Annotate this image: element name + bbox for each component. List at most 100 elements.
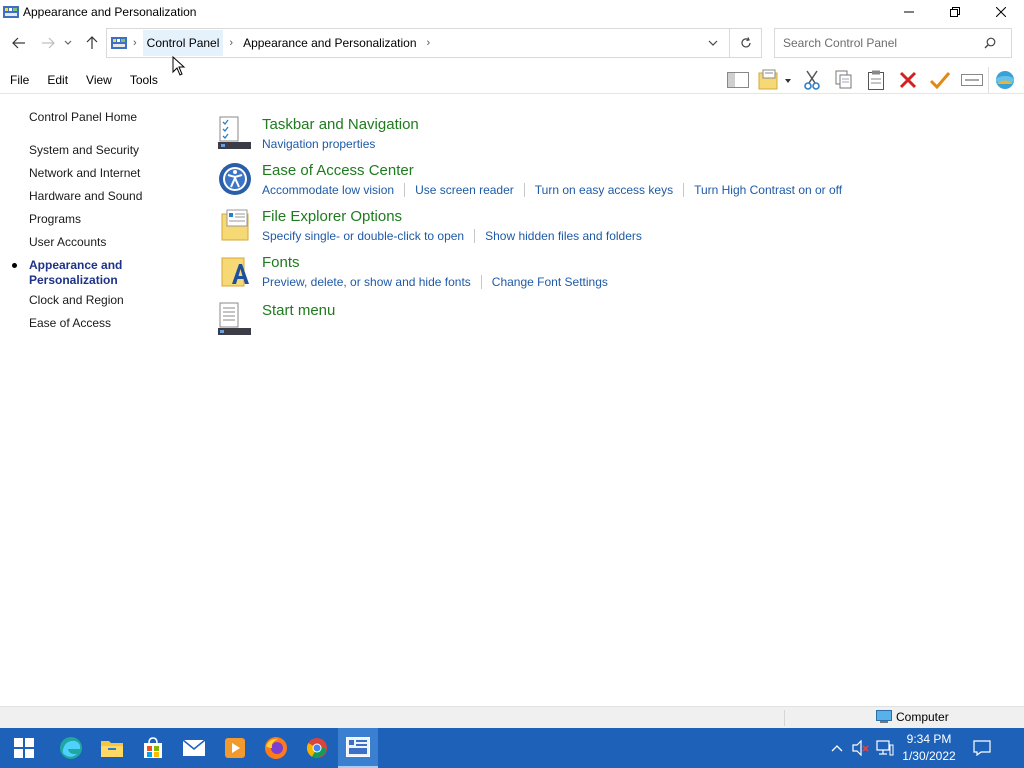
category-title[interactable]: Fonts <box>262 254 300 271</box>
globe-icon <box>995 71 1014 89</box>
layout-pane-icon <box>727 72 749 88</box>
active-item-bullet <box>12 263 17 268</box>
new-folder-button[interactable] <box>754 67 796 93</box>
back-arrow-icon <box>12 37 25 49</box>
close-icon <box>996 7 1006 17</box>
link-single-double-click[interactable]: Specify single- or double-click to open <box>262 229 464 243</box>
menu-file[interactable]: File <box>4 71 35 89</box>
control-panel-app-icon <box>3 6 19 18</box>
search-box[interactable] <box>774 28 1012 58</box>
notifications-button[interactable] <box>968 728 996 768</box>
breadcrumb-separator-icon[interactable]: › <box>133 37 137 49</box>
taskbar-file-explorer[interactable] <box>92 728 132 768</box>
refresh-icon <box>740 37 751 48</box>
menu-bar: File Edit View Tools <box>0 66 1024 94</box>
properties-check-button[interactable] <box>924 67 956 93</box>
nav-control-panel-home[interactable]: Control Panel Home <box>29 110 137 125</box>
minimize-icon <box>904 11 914 13</box>
link-high-contrast[interactable]: Turn High Contrast on or off <box>694 183 842 197</box>
breadcrumb-appearance[interactable]: Appearance and Personalization <box>239 30 420 56</box>
status-location: Computer <box>876 710 949 724</box>
category-title[interactable]: File Explorer Options <box>262 208 402 225</box>
nav-network-and-internet[interactable]: Network and Internet <box>29 166 140 181</box>
start-button[interactable] <box>4 728 44 768</box>
breadcrumb-separator-icon[interactable]: › <box>229 37 233 49</box>
notification-icon <box>973 740 991 756</box>
forward-button[interactable] <box>37 32 59 54</box>
category-title[interactable]: Start menu <box>262 302 335 319</box>
clock-date: 1/30/2022 <box>902 749 956 763</box>
media-player-icon <box>225 738 245 758</box>
clipboard-icon <box>868 70 884 90</box>
category-title[interactable]: Ease of Access Center <box>262 162 414 179</box>
address-bar[interactable]: › Control Panel › Appearance and Persona… <box>106 28 762 58</box>
minimize-button[interactable] <box>886 0 932 24</box>
link-navigation-properties[interactable]: Navigation properties <box>262 137 375 151</box>
taskbar-edge[interactable] <box>51 728 91 768</box>
taskbar-firefox[interactable] <box>256 728 296 768</box>
recent-locations-button[interactable] <box>61 32 75 54</box>
store-icon <box>144 737 162 758</box>
cut-button[interactable] <box>796 67 828 93</box>
taskbar-store[interactable] <box>133 728 173 768</box>
taskbar-chrome[interactable] <box>297 728 337 768</box>
nav-clock-and-region[interactable]: Clock and Region <box>29 293 124 308</box>
nav-hardware-and-sound[interactable]: Hardware and Sound <box>29 189 142 204</box>
up-button[interactable] <box>81 32 103 54</box>
menu-tools[interactable]: Tools <box>124 71 164 89</box>
taskbar-control-panel[interactable] <box>338 728 378 768</box>
taskbar-mail[interactable] <box>174 728 214 768</box>
link-change-font-settings[interactable]: Change Font Settings <box>492 275 608 289</box>
layout-pane-button[interactable] <box>722 67 754 93</box>
computer-icon <box>876 710 892 723</box>
delete-button[interactable] <box>892 67 924 93</box>
folder-icon <box>101 741 123 757</box>
link-accommodate-low-vision[interactable]: Accommodate low vision <box>262 183 394 197</box>
refresh-button[interactable] <box>729 29 761 57</box>
link-preview-fonts[interactable]: Preview, delete, or show and hide fonts <box>262 275 471 289</box>
address-dropdown-button[interactable] <box>705 35 721 51</box>
paste-button[interactable] <box>860 67 892 93</box>
breadcrumb-control-panel[interactable]: Control Panel <box>142 30 224 56</box>
nav-appearance-line2: Personalization <box>29 273 118 287</box>
windows-logo-icon <box>14 738 34 758</box>
search-input[interactable] <box>775 36 980 50</box>
folder-options-icon <box>221 209 249 241</box>
network-button[interactable] <box>874 728 896 768</box>
options-button[interactable] <box>988 67 1020 93</box>
link-use-screen-reader[interactable]: Use screen reader <box>415 183 514 197</box>
volume-button[interactable] <box>850 728 872 768</box>
nav-ease-of-access[interactable]: Ease of Access <box>29 316 111 331</box>
back-button[interactable] <box>8 32 30 54</box>
restore-button[interactable] <box>932 0 978 24</box>
nav-appearance-line1: Appearance and <box>29 258 123 272</box>
nav-user-accounts[interactable]: User Accounts <box>29 235 106 250</box>
search-icon[interactable] <box>980 33 1000 53</box>
menu-view[interactable]: View <box>80 71 118 89</box>
chevron-down-icon <box>64 40 72 45</box>
up-arrow-icon <box>86 36 98 49</box>
toolbar <box>722 67 1020 93</box>
menu-edit[interactable]: Edit <box>41 71 74 89</box>
nav-programs[interactable]: Programs <box>29 212 81 227</box>
taskbar-clock[interactable]: 9:34 PM 1/30/2022 <box>900 731 958 765</box>
show-hidden-icons-button[interactable] <box>827 728 847 768</box>
taskbar-media-player[interactable] <box>215 728 255 768</box>
category-title[interactable]: Taskbar and Navigation <box>262 116 419 133</box>
scissors-icon <box>804 70 820 90</box>
chrome-icon <box>306 738 327 758</box>
link-show-hidden-files[interactable]: Show hidden files and folders <box>485 229 642 243</box>
copy-button[interactable] <box>828 67 860 93</box>
control-panel-icon <box>346 737 370 757</box>
start-menu-icon <box>218 302 251 335</box>
mail-icon <box>182 739 206 756</box>
breadcrumb-separator-icon[interactable]: › <box>427 37 431 49</box>
nav-system-and-security[interactable]: System and Security <box>29 143 139 158</box>
rename-icon <box>961 74 983 86</box>
control-panel-icon <box>111 37 127 49</box>
link-easy-access-keys[interactable]: Turn on easy access keys <box>535 183 673 197</box>
close-button[interactable] <box>978 0 1024 24</box>
status-location-text: Computer <box>896 710 949 724</box>
rename-button[interactable] <box>956 67 988 93</box>
clock-time: 9:34 PM <box>906 732 952 746</box>
